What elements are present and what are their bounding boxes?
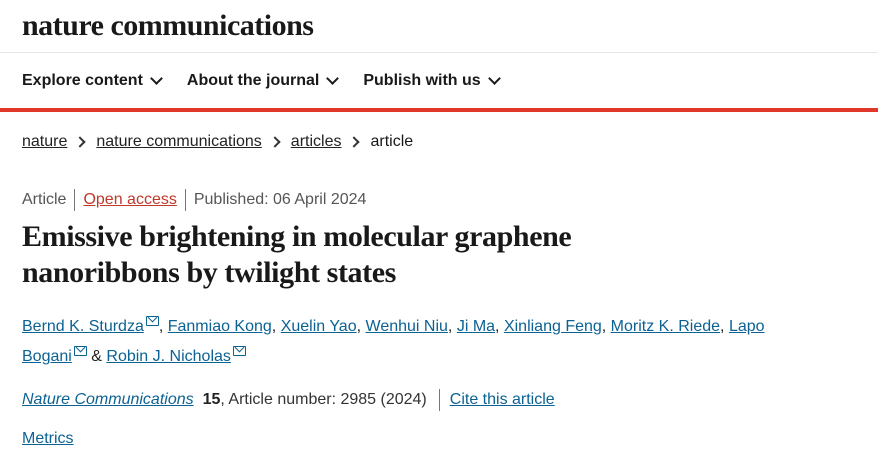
breadcrumb-nature-communications[interactable]: nature communications [96,133,261,151]
journal-link[interactable]: Nature Communications [22,391,194,409]
nav-publish-with-us[interactable]: Publish with us [363,71,501,90]
article-type: Article [22,191,67,208]
citation-line: Nature Communications 15 , Article numbe… [22,389,555,411]
author-link[interactable]: Fanmiao Kong [168,318,272,335]
author-link[interactable]: Moritz K. Riede [611,318,720,335]
author-separator: , [447,318,457,335]
breadcrumb-nature[interactable]: nature [22,133,67,151]
email-icon[interactable] [73,346,87,356]
site-header: nature communications [0,0,878,53]
cite-this-article-link[interactable]: Cite this article [450,391,555,409]
author-separator: , [158,318,168,335]
author-list: Bernd K. Sturdza, Fanmiao Kong, Xuelin Y… [22,312,782,372]
breadcrumb: nature nature communications articles ar… [22,133,413,151]
article-number: , Article number: 2985 (2024) [220,391,427,408]
breadcrumb-articles[interactable]: articles [291,133,342,151]
volume-number: 15 [202,391,221,408]
nav-item-label: Explore content [22,71,143,89]
metrics-link[interactable]: Metrics [22,430,74,448]
chevron-down-icon [326,72,340,85]
author-separator: , [601,318,611,335]
article-title: Emissive brightening in molecular graphe… [22,220,572,289]
chevron-down-icon [487,72,501,85]
author-separator: , [495,318,504,335]
author-link[interactable]: Robin J. Nicholas [106,348,231,365]
open-access-link[interactable]: Open access [83,191,176,209]
author-link[interactable]: Wenhui Niu [366,318,448,335]
author-link[interactable]: Bernd K. Sturdza [22,318,144,335]
divider [74,189,76,211]
author-separator: , [720,318,729,335]
published-date: Published: 06 April 2024 [193,191,367,208]
journal-logo[interactable]: nature communications [22,9,314,43]
author-separator: & [86,348,107,365]
nav-item-label: About the journal [186,71,320,89]
email-icon[interactable] [145,316,159,326]
nav-explore-content[interactable]: Explore content [22,71,163,90]
article-meta: Article Open access Published: 06 April … [22,189,366,211]
divider [184,189,186,211]
main-nav: Explore content About the journal Publis… [0,53,878,112]
email-icon[interactable] [232,346,246,356]
chevron-down-icon [150,72,163,85]
nav-about-journal[interactable]: About the journal [186,71,340,90]
author-link[interactable]: Ji Ma [457,318,495,335]
chevron-right-icon [74,136,87,148]
author-link[interactable]: Xinliang Feng [504,318,602,335]
author-separator: , [271,318,281,335]
chevron-right-icon [269,136,281,148]
divider [438,389,440,411]
breadcrumb-current: article [370,133,414,150]
author-separator: , [356,318,366,335]
author-link[interactable]: Xuelin Yao [281,318,357,335]
nav-item-label: Publish with us [363,71,481,89]
chevron-right-icon [348,136,361,148]
